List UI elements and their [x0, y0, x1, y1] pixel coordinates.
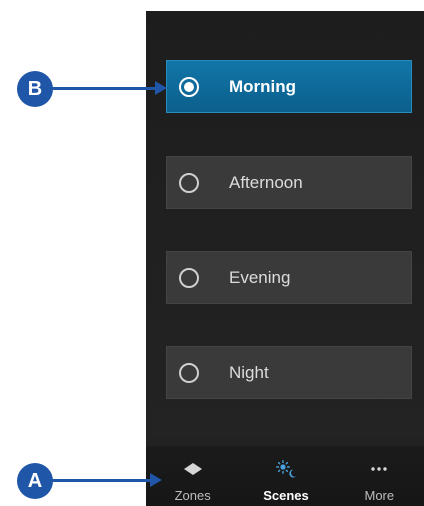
callout-b-arrow-head — [155, 81, 167, 95]
scene-afternoon-button[interactable]: Afternoon — [166, 156, 412, 209]
scene-evening-button[interactable]: Evening — [166, 251, 412, 304]
radio-empty-icon — [179, 172, 199, 193]
tab-label: Scenes — [263, 488, 309, 503]
radio-empty-icon — [179, 362, 199, 383]
radio-selected-icon — [179, 76, 199, 97]
callout-a-arrow-head — [150, 473, 162, 487]
tab-scenes[interactable]: Scenes — [239, 446, 332, 506]
ellipsis-icon — [370, 460, 388, 478]
callout-b-badge: B — [17, 71, 53, 107]
tab-label: Zones — [174, 488, 211, 503]
callout-b-arrow-line — [51, 87, 156, 90]
diamond-icon — [183, 460, 202, 478]
bottom-tab-bar: Zones Scenes More — [146, 446, 424, 506]
callout-a-badge: A — [17, 463, 53, 499]
scene-night-button[interactable]: Night — [166, 346, 412, 399]
scene-label: Night — [229, 362, 269, 382]
callout-b-letter: B — [27, 77, 43, 100]
tab-more[interactable]: More — [333, 446, 424, 506]
callout-a-letter: A — [27, 469, 43, 492]
scene-label: Evening — [229, 267, 291, 287]
scene-label: Afternoon — [229, 172, 303, 192]
sun-moon-icon — [274, 460, 298, 478]
tab-label: More — [364, 488, 395, 503]
callout-a-arrow-line — [51, 479, 151, 482]
radio-empty-icon — [179, 267, 199, 288]
phone-screen: Morning Afternoon Evening Night Zones Sc… — [146, 11, 424, 506]
scene-morning-button[interactable]: Morning — [166, 60, 412, 113]
scene-label: Morning — [229, 76, 297, 96]
